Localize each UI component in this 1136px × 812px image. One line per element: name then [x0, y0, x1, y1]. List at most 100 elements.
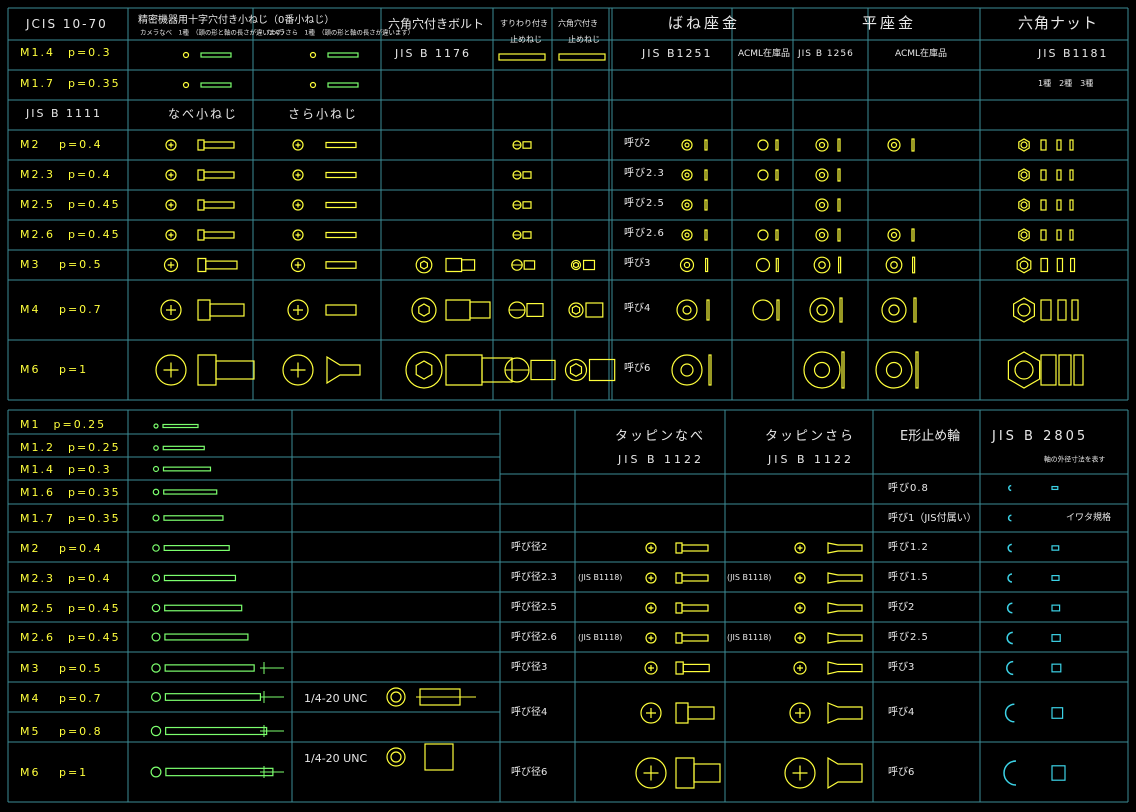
camera-pan-head-m1-7 [182, 81, 190, 89]
spring-washer-hole-m3 [683, 261, 691, 269]
tapping-sara-std: JIS B 1122 [768, 453, 855, 466]
tapping-sara-head-6-cross [792, 765, 808, 781]
spring-washer-side-m2-6 [704, 229, 708, 241]
precision-screw-head-m6 [150, 766, 162, 778]
hex-nut-m4 [1012, 297, 1036, 323]
grooved-set-screw-side-m4 [526, 303, 544, 318]
header-hex-socket-bolt: 六角穴付きボルト [388, 17, 485, 31]
pan-screw-side-m3-shank [205, 260, 238, 270]
tapping-pan-side-6-shank [693, 763, 721, 783]
nominal-4: 呼び4 [624, 303, 651, 314]
flat-washer-acml-m2-6 [887, 228, 901, 242]
e-clip-side-0 [1051, 485, 1059, 491]
spring-washer-acml-m2-3 [757, 169, 769, 181]
tapping-sara-head-3-cross [797, 635, 803, 641]
camera-sara-head-m1-4 [309, 51, 317, 59]
precision-screw-shank-m1 [162, 423, 199, 429]
socket-bolt-hex-m6 [415, 360, 433, 380]
e-clip-side-8 [1051, 765, 1066, 781]
e-clip-front-0 [1008, 484, 1012, 492]
unc-screw-head-inner-2 [390, 751, 402, 763]
spring-washer-side-m6 [708, 354, 712, 386]
hex-nut-type3-m2-5 [1069, 199, 1074, 211]
flat-washer-m2-5 [815, 198, 829, 212]
tap-row-3: 呼び径3 [511, 662, 548, 673]
sara-screw-shank-m2-3 [325, 171, 357, 179]
flat-washer-side-m2-6 [837, 228, 841, 242]
lower-row-label-m1-2: M1.2 p=0.25 [20, 441, 121, 454]
precision-screw-shank-m2-6 [164, 633, 249, 641]
nominal-6: 呼び6 [624, 363, 651, 374]
tap-row-2: 呼び径2 [511, 542, 548, 553]
hex-set-screw-end-m6 [564, 358, 588, 382]
socket-bolt-hex-m4 [418, 303, 430, 317]
flat-washer-m2-6 [815, 228, 829, 242]
flat-washer-acml-hole-m6 [885, 361, 903, 379]
camera-pan-shank-m1-7 [200, 82, 232, 88]
spring-washer-acml-m2 [757, 139, 769, 151]
spring-washer-m2 [681, 139, 693, 151]
cad-drawing-canvas[interactable]: JCIS 10-70 精密機器用十字穴付き小ねじ（0番小ねじ） カメラなべ 1種… [0, 0, 1136, 812]
tapping-pan-side-4-head [675, 661, 684, 675]
sub-standard-jis-b-1111: JIS B 1111 [26, 107, 103, 120]
hex-nut-type2-m4 [1057, 299, 1067, 321]
e-clip-front-7 [1004, 703, 1015, 723]
row-label-m3: M3 p=0.5 [20, 258, 103, 271]
flat-washer-m3 [813, 256, 831, 274]
header-grooved-set: すりわり付き [500, 19, 548, 28]
camera-pan-shank-m1-4 [200, 52, 232, 58]
e-row-1: 呼び1（JIS付属い） [888, 513, 977, 524]
e-row-0-8: 呼び0.8 [888, 483, 929, 494]
flat-washer-side-m3 [837, 256, 842, 274]
tapping-pan-side-5-head [675, 702, 689, 724]
hex-set-screw-hex-m6 [569, 363, 583, 377]
precision-screw-head-m1-2 [153, 445, 159, 451]
tapping-sara-head-4-cross [797, 665, 803, 671]
camera-sara-shank-m1-4 [327, 52, 359, 58]
sara-screw-head-m2-5-cross [295, 202, 301, 208]
flat-washer-side-m2-5 [837, 198, 841, 212]
tapping-sara-side-6 [827, 756, 863, 790]
sara-screw-head-m2-3-cross [295, 172, 301, 178]
e-row-2-5: 呼び2.5 [888, 632, 929, 643]
sara-screw-head-m3-cross [294, 261, 302, 269]
tapping-sara-side-3 [827, 632, 863, 644]
hex-set-screw-end-m4 [568, 302, 584, 318]
lower-row-label-m6: M6 p=1 [20, 766, 89, 779]
spring-washer-side-m2-3 [704, 169, 708, 181]
header-hex-nut: 六角ナット [1018, 14, 1099, 32]
flat-washer-side-m2 [837, 138, 841, 152]
hex-nut-type2-m3 [1056, 257, 1064, 273]
lower-row-label-m1-4: M1.4 p=0.3 [20, 463, 112, 476]
hex-nut-type2-m2 [1056, 139, 1062, 151]
pan-screw-side-m3-head [197, 257, 207, 273]
flat-washer-acml-m2 [887, 138, 901, 152]
e-clip-front-8 [1003, 760, 1017, 786]
tapping-sara-head-5-cross [795, 708, 805, 718]
camera-sara-head-m1-7 [309, 81, 317, 89]
flat-washer-acml-m6 [875, 351, 913, 389]
hex-nut-m2-5 [1018, 198, 1030, 212]
hex-nut-hole-m4 [1017, 303, 1031, 317]
sara-screw-shank-m2-6 [325, 231, 357, 239]
tapping-pan-head-5-cross [646, 708, 656, 718]
hex-nut-hole-m6 [1014, 360, 1034, 380]
grooved-set-screw-side-m2-3 [522, 171, 532, 179]
hex-nut-m2 [1018, 138, 1030, 152]
sara-screw-shank-m2-5 [325, 201, 357, 209]
precision-screw-shank-m3 [164, 664, 255, 672]
precision-screw-head-m1-6 [152, 488, 160, 496]
tapping-sara-side-1 [827, 572, 863, 584]
grooved-set-screw-side-m3 [523, 260, 536, 270]
hex-set-screw-hex-m3 [572, 261, 580, 269]
spring-washer-side-m2 [704, 139, 708, 151]
row-label-m2-5: M2.5 p=0.45 [20, 198, 121, 211]
precision-screw-head-m2-6 [151, 632, 161, 642]
lower-row-label-m2-6: M2.6 p=0.45 [20, 631, 121, 644]
lower-row-label-m1-7: M1.7 p=0.35 [20, 512, 121, 525]
pan-screw-head-m2-3-cross [168, 172, 174, 178]
e-row-1-5: 呼び1.5 [888, 572, 929, 583]
sara-screw-head-m6-cross [290, 362, 306, 378]
header-nut-types: 1種 2種 3種 [1038, 79, 1094, 88]
precision-screw-shank-m1-7 [163, 515, 224, 521]
